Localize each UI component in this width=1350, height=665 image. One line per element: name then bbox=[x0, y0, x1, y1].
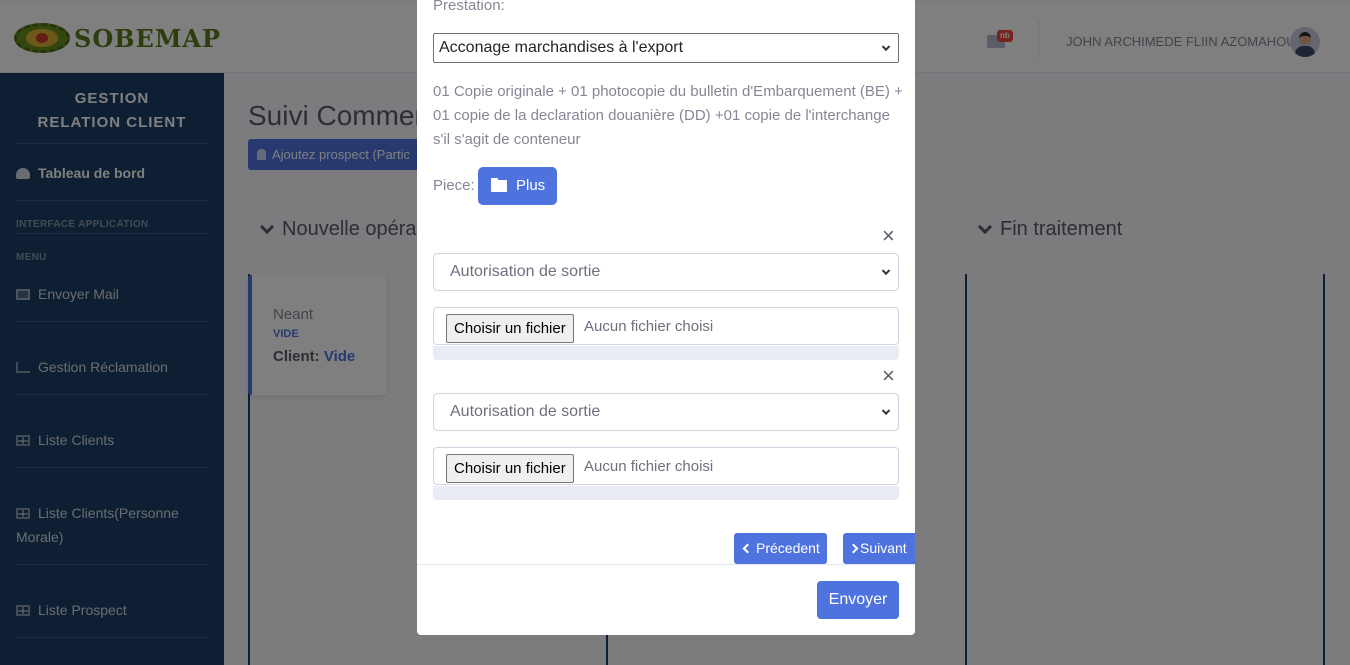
modal-footer-divider bbox=[417, 564, 915, 565]
remove-document-button[interactable]: × bbox=[882, 225, 895, 247]
folder-plus-icon bbox=[491, 178, 507, 192]
document-type-value: Autorisation de sortie bbox=[450, 263, 601, 280]
file-status: Aucun fichier choisi bbox=[584, 318, 714, 335]
document-type-select[interactable]: Autorisation de sortie bbox=[433, 253, 899, 291]
chevron-left-icon bbox=[742, 543, 753, 554]
upload-progress-bar bbox=[433, 486, 899, 500]
chevron-down-icon bbox=[881, 406, 891, 416]
file-input[interactable]: Choisir un fichier Aucun fichier choisi bbox=[433, 447, 899, 485]
document-type-value: Autorisation de sortie bbox=[450, 403, 601, 420]
prestation-description: 01 Copie originale + 01 photocopie du bu… bbox=[433, 83, 903, 148]
next-button[interactable]: Suivant bbox=[843, 533, 915, 564]
previous-label: Précedent bbox=[756, 540, 820, 556]
document-type-select[interactable]: Autorisation de sortie bbox=[433, 393, 899, 431]
file-status: Aucun fichier choisi bbox=[584, 458, 714, 475]
upload-progress-bar bbox=[433, 346, 899, 360]
file-input[interactable]: Choisir un fichier Aucun fichier choisi bbox=[433, 307, 899, 345]
modal-dialog: Prestation: Acconage marchandises à l'ex… bbox=[417, 0, 915, 635]
chevron-down-icon bbox=[881, 42, 891, 52]
piece-label: Piece: bbox=[433, 177, 475, 194]
add-piece-button[interactable]: Plus bbox=[478, 167, 557, 205]
choose-file-button[interactable]: Choisir un fichier bbox=[446, 454, 574, 483]
send-button[interactable]: Envoyer bbox=[817, 581, 899, 619]
chevron-down-icon bbox=[881, 266, 891, 276]
prestation-select[interactable]: Acconage marchandises à l'export bbox=[433, 33, 899, 63]
previous-button[interactable]: Précedent bbox=[734, 533, 827, 564]
chevron-right-icon bbox=[848, 543, 859, 554]
choose-file-button[interactable]: Choisir un fichier bbox=[446, 314, 574, 343]
add-piece-label: Plus bbox=[516, 177, 546, 194]
remove-document-button[interactable]: × bbox=[882, 365, 895, 387]
prestation-label: Prestation: bbox=[433, 0, 505, 14]
prestation-select-value: Acconage marchandises à l'export bbox=[439, 39, 684, 56]
next-label: Suivant bbox=[860, 540, 907, 556]
